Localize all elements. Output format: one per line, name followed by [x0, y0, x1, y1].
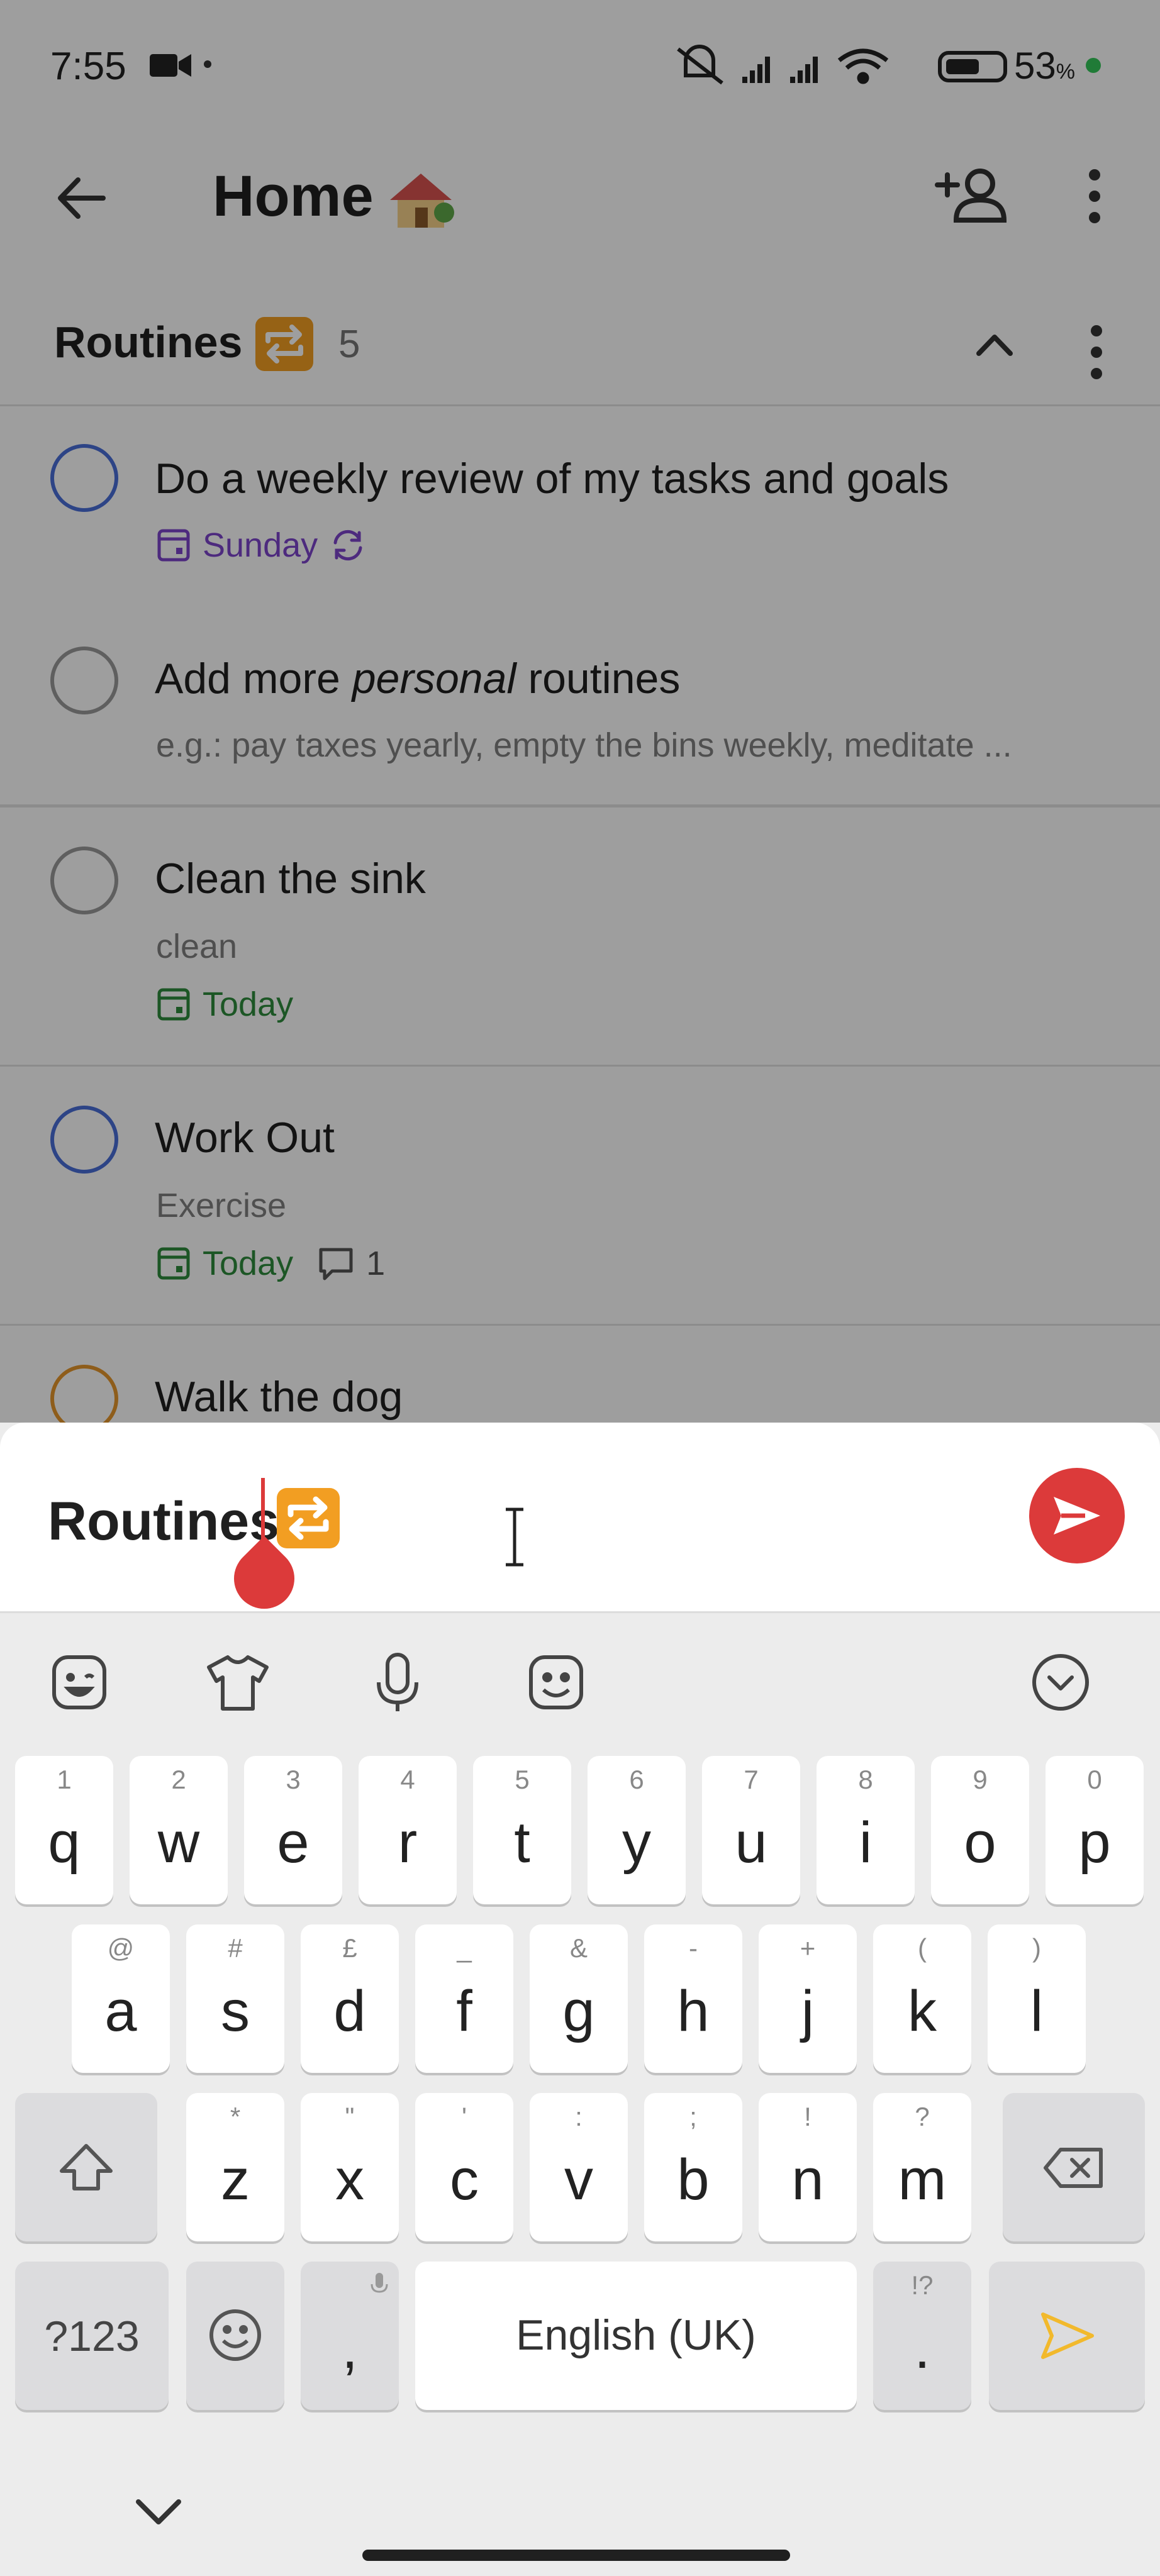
- key-a[interactable]: @ a: [72, 1924, 170, 2073]
- hide-keyboard-button[interactable]: [1023, 1645, 1098, 1720]
- send-button[interactable]: [1029, 1468, 1125, 1563]
- smiley-square-icon: [529, 1655, 583, 1709]
- chevron-down-circle-icon: [1032, 1654, 1089, 1711]
- sticker-button[interactable]: [42, 1645, 117, 1720]
- key-k[interactable]: (k: [873, 1924, 971, 2073]
- emoji-key[interactable]: [186, 2262, 284, 2410]
- key-d[interactable]: £ d: [301, 1924, 399, 2073]
- voice-input-button[interactable]: [360, 1645, 435, 1720]
- microphone-hint-icon: [371, 2273, 388, 2293]
- key-g[interactable]: & g: [530, 1924, 628, 2073]
- shift-arrow-icon: [60, 2144, 113, 2190]
- soft-keyboard: 1q 2w 3e 4r 5t 6y 7u 8i 9o 0p @ a # s £ d _…: [0, 1746, 1160, 2576]
- key-i[interactable]: 8i: [817, 1756, 915, 1904]
- key-c[interactable]: ' c: [415, 2093, 513, 2241]
- symbols-key[interactable]: ?123: [15, 2262, 169, 2410]
- key-w[interactable]: 2w: [130, 1756, 228, 1904]
- emoji-button[interactable]: [518, 1645, 594, 1720]
- home-indicator[interactable]: [362, 2550, 790, 2561]
- comma-key[interactable]: ,: [301, 2262, 399, 2410]
- enter-key[interactable]: [989, 2262, 1145, 2410]
- edit-section-sheet: Routines: [0, 1423, 1160, 1621]
- key-o[interactable]: 9o: [931, 1756, 1029, 1904]
- period-key[interactable]: !?.: [873, 2262, 971, 2410]
- key-e[interactable]: 3e: [244, 1756, 342, 1904]
- key-j[interactable]: + j: [759, 1924, 857, 2073]
- key-y[interactable]: 6y: [588, 1756, 686, 1904]
- key-f[interactable]: _ f: [415, 1924, 513, 2073]
- key-p[interactable]: 0p: [1046, 1756, 1144, 1904]
- key-m[interactable]: ? m: [873, 2093, 971, 2241]
- backspace-key[interactable]: [1003, 2093, 1145, 2241]
- smiley-icon: [209, 2309, 261, 2361]
- key-u[interactable]: 7u: [702, 1756, 800, 1904]
- key-b[interactable]: ; b: [644, 2093, 742, 2241]
- tshirt-icon: [207, 1655, 269, 1711]
- shift-key[interactable]: [15, 2093, 157, 2241]
- microphone-icon: [377, 1653, 418, 1711]
- theme-button[interactable]: [200, 1645, 276, 1720]
- backspace-icon: [1044, 2148, 1103, 2188]
- section-name-input[interactable]: Routines: [48, 1491, 279, 1553]
- key-q[interactable]: 1q: [15, 1756, 113, 1904]
- key-v[interactable]: :v: [530, 2093, 628, 2241]
- repeat-icon: [277, 1488, 340, 1548]
- text-ibeam-cursor-icon: [506, 1507, 523, 1567]
- send-arrow-icon: [1041, 2312, 1094, 2359]
- key-x[interactable]: " x: [301, 2093, 399, 2241]
- key-z[interactable]: * z: [186, 2093, 284, 2241]
- key-h[interactable]: -h: [644, 1924, 742, 2073]
- key-l[interactable]: ) l: [988, 1924, 1086, 2073]
- key-s[interactable]: # s: [186, 1924, 284, 2073]
- key-t[interactable]: 5t: [473, 1756, 571, 1904]
- emoji-sticker-icon: [52, 1655, 106, 1709]
- modal-scrim[interactable]: [0, 0, 1160, 1423]
- chevron-down-icon[interactable]: [133, 2494, 184, 2529]
- space-bar[interactable]: English (UK): [415, 2262, 857, 2410]
- key-r[interactable]: 4r: [359, 1756, 457, 1904]
- send-icon: [1054, 1497, 1100, 1535]
- keyboard-toolbar: [0, 1611, 1160, 1746]
- key-n[interactable]: ! n: [759, 2093, 857, 2241]
